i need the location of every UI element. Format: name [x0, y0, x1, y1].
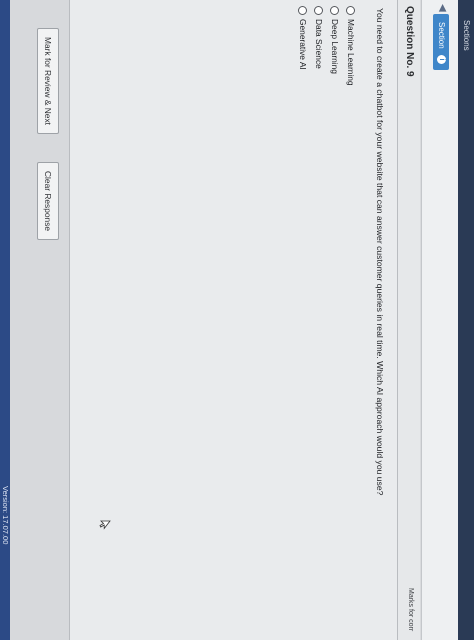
marks-label: Marks for corr — [407, 588, 414, 632]
sections-label: Sections — [462, 20, 471, 51]
option-label: Generative AI — [298, 19, 308, 70]
question-number: Question No. 9 — [404, 6, 415, 77]
radio-button[interactable] — [346, 6, 356, 15]
option-label: Deep Learning — [330, 19, 340, 74]
mouse-cursor-icon — [99, 520, 111, 530]
tab-section[interactable]: Section i — [433, 14, 449, 70]
photo-frame: Sections ◀ Section i Question No. 9 Mark… — [0, 0, 474, 640]
radio-button[interactable] — [330, 6, 340, 15]
option-generative-ai[interactable]: Generative AI — [295, 6, 311, 86]
option-label: Data Science — [314, 19, 324, 69]
option-machine-learning[interactable]: Machine Learning — [343, 6, 359, 86]
option-label: Machine Learning — [346, 19, 356, 86]
mark-for-review-button[interactable]: Mark for Review & Next — [37, 28, 59, 134]
question-panel: You need to create a chatbot for your we… — [70, 0, 397, 640]
footer-actions: Mark for Review & Next Clear Response — [9, 0, 70, 640]
section-tab-label: Section — [437, 22, 446, 49]
option-data-science[interactable]: Data Science — [311, 6, 327, 86]
radio-button[interactable] — [298, 6, 308, 15]
version-label: Version: 17.07.00 — [1, 486, 10, 545]
radio-button[interactable] — [314, 6, 324, 15]
clear-response-button[interactable]: Clear Response — [37, 162, 59, 241]
info-icon[interactable]: i — [436, 54, 446, 64]
section-navigation: ◀ Section i — [421, 0, 458, 640]
exam-screen: Sections ◀ Section i Question No. 9 Mark… — [0, 0, 474, 640]
sections-bar: Sections — [458, 0, 474, 640]
chevron-left-icon[interactable]: ◀ — [437, 4, 448, 12]
question-text: You need to create a chatbot for your we… — [375, 8, 385, 496]
question-header: Question No. 9 Marks for corr — [397, 0, 420, 640]
status-strip: Version: 17.07.00 — [0, 0, 10, 640]
option-deep-learning[interactable]: Deep Learning — [327, 6, 343, 86]
answer-options: Machine Learning Deep Learning Data Scie… — [295, 6, 359, 86]
